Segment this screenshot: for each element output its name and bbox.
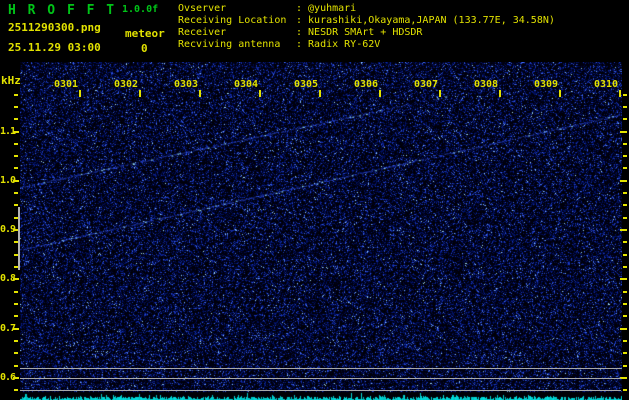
freq-axis-minor-tick [14,93,18,96]
time-axis-label: 0305 [294,79,319,90]
freq-axis-minor-tick-right [623,266,627,269]
freq-axis-major-tick [13,130,19,133]
freq-axis-minor-tick [14,303,18,306]
time-axis-tick [259,90,261,97]
time-axis-label: 0307 [414,79,439,90]
freq-axis-minor-tick-right [623,340,627,343]
freq-axis-minor-tick [14,142,18,145]
freq-axis-minor-tick-right [623,216,627,219]
freq-axis-minor-tick-right [623,142,627,145]
freq-axis-minor-tick-right [623,241,627,244]
time-axis-label: 0306 [354,79,379,90]
reference-line [20,368,621,370]
freq-axis-minor-tick-right [623,204,627,207]
reference-line [20,389,621,391]
freq-axis-minor-tick-right [623,253,627,256]
freq-axis-major-tick [13,179,19,182]
time-axis-tick [619,90,621,97]
time-axis-tick [139,90,141,97]
freq-axis-major-tick-right [620,278,627,281]
freq-axis-major-tick [13,377,19,379]
time-axis-label: 0310 [594,79,619,90]
time-axis-tick [79,90,81,97]
time-axis-label: 0309 [534,79,559,90]
freq-axis-minor-tick [14,352,18,355]
freq-axis-major-tick-right [620,229,627,232]
time-axis-label: 0304 [234,79,259,90]
freq-axis-minor-tick-right [623,303,627,306]
freq-axis-major-tick-right [620,327,627,330]
freq-axis-minor-tick-right [623,118,627,121]
axes-overlay: 0301 0302 0303 0304 0305 0306 0307 0308 0309 0310… [0,0,629,400]
freq-axis-minor-tick [14,315,18,318]
freq-axis-minor-tick-right [623,155,627,158]
time-axis-tick [199,90,201,97]
freq-axis-minor-tick [14,389,18,392]
time-axis-tick [379,90,381,97]
time-axis-tick [439,90,441,97]
time-axis-label: 0303 [174,79,199,90]
freq-axis-minor-tick-right [623,352,627,355]
freq-axis-major-tick-right [620,377,627,379]
freq-axis-minor-tick [14,340,18,343]
freq-axis-minor-tick-right [623,93,627,96]
freq-axis-minor-tick-right [623,290,627,293]
freq-axis-minor-tick-right [623,105,627,108]
time-axis-tick [559,90,561,97]
freq-axis-major-tick-right [620,130,627,133]
time-axis-tick [499,90,501,97]
time-axis-label: 0308 [474,79,499,90]
time-axis-label: 0301 [54,79,79,90]
freq-axis-minor-tick-right [623,167,627,170]
freq-axis-minor-tick [14,118,18,121]
freq-axis-major-tick-right [620,179,627,182]
freq-axis-major-tick [13,327,19,330]
reference-line [20,378,621,379]
freq-axis-minor-tick [14,364,18,367]
freq-axis-minor-tick-right [623,192,627,195]
freq-axis-minor-tick-right [623,315,627,318]
freq-axis-major-tick [13,278,19,281]
hrofft-window: H R O F F T 1.0.0f 2511290300.png meteor… [0,0,629,400]
freq-axis-minor-tick [14,290,18,293]
freq-axis-minor-tick-right [623,364,627,367]
freq-axis-minor-tick-right [623,389,627,392]
freq-axis-minor-tick [14,105,18,108]
freq-axis-minor-tick [14,167,18,170]
freq-axis-minor-tick [14,155,18,158]
time-axis-tick [319,90,321,97]
time-axis-label: 0302 [114,79,139,90]
count-band-marker [18,206,20,271]
freq-axis-minor-tick [14,192,18,195]
